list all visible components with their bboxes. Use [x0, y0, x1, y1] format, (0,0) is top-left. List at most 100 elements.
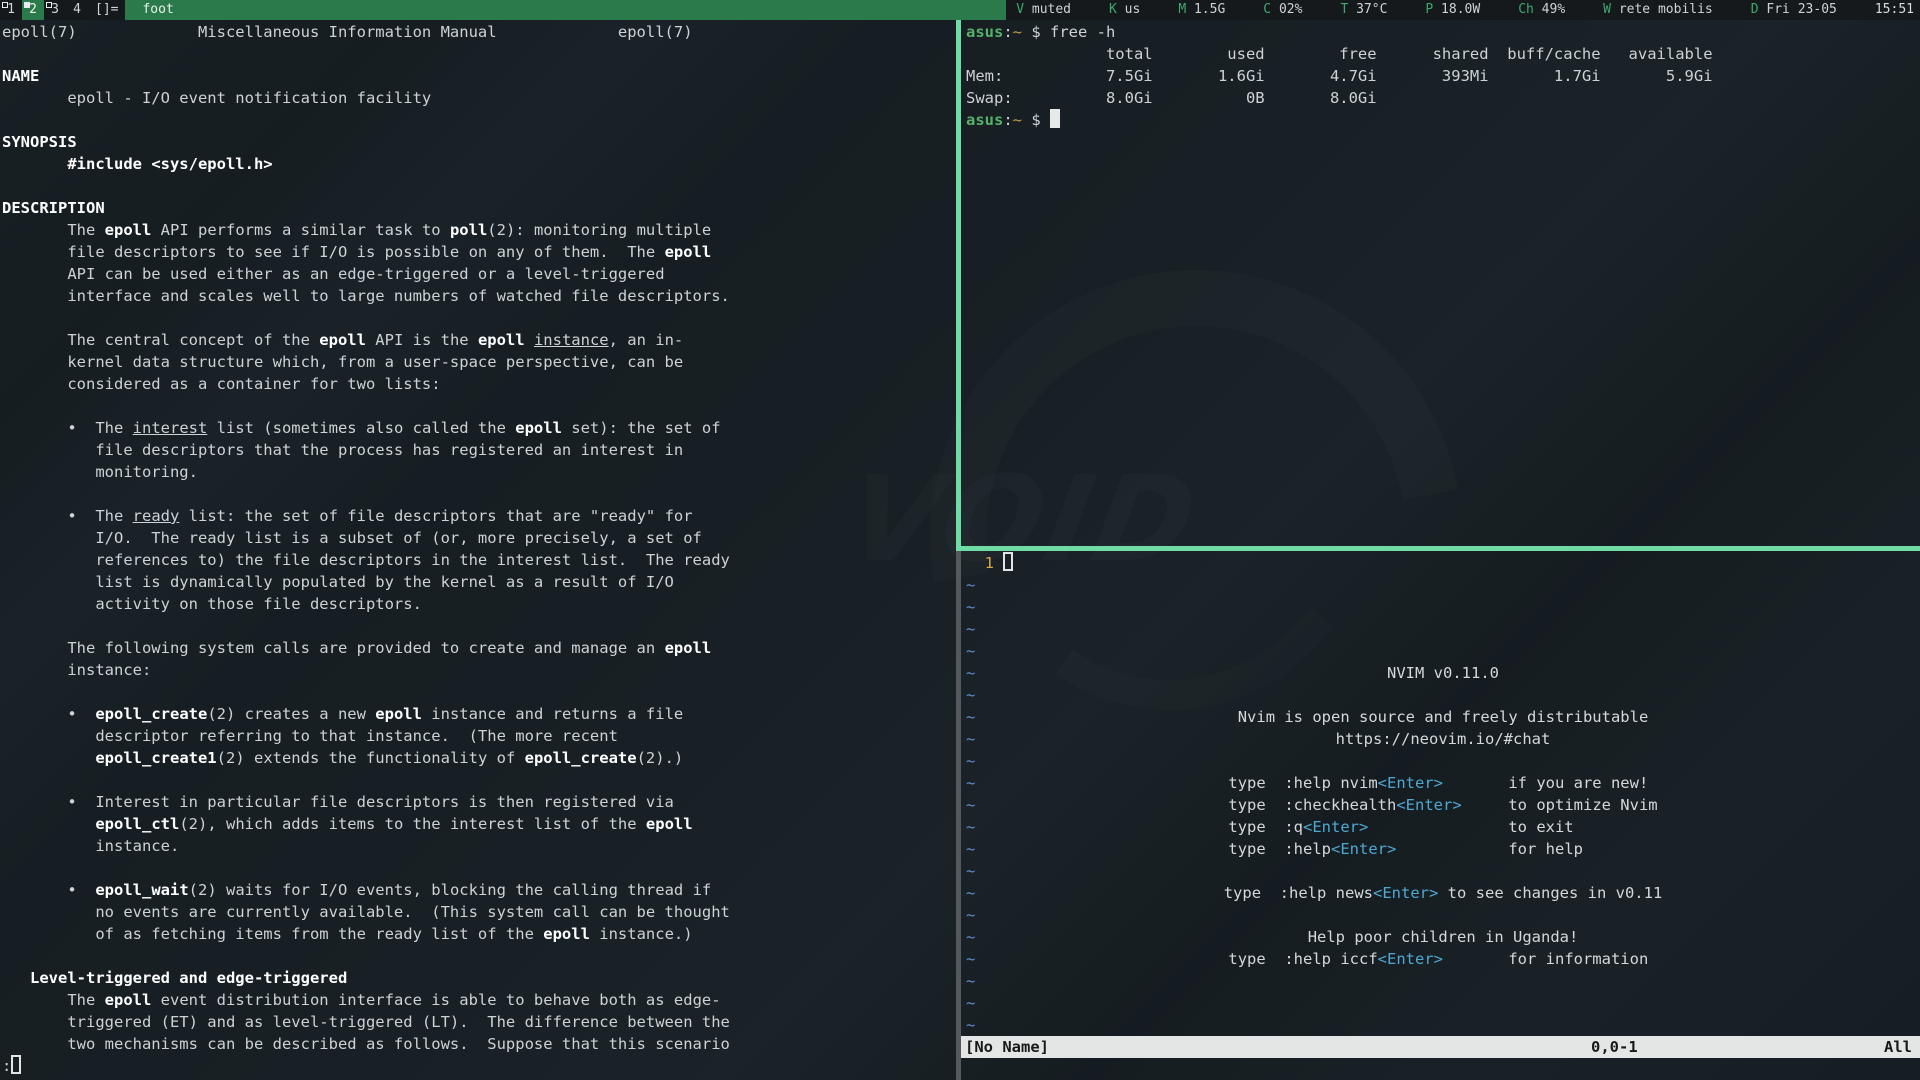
text-segment: descriptor referring to that instance. (…: [2, 727, 618, 745]
text-segment: The central concept of the: [2, 331, 319, 349]
text-segment: NVIM v0.11.0: [1387, 664, 1499, 682]
text-segment: epoll: [375, 705, 422, 723]
man-line: [2, 769, 956, 791]
text-segment: total used free shared buff/cache availa…: [966, 45, 1713, 63]
text-segment: Mem: 7.5Gi 1.6Gi 4.7Gi 393Mi 1.7Gi 5.9Gi: [966, 67, 1713, 85]
text-segment: ready: [133, 507, 180, 525]
man-line: [2, 945, 956, 967]
text-segment: [2, 749, 95, 767]
text-segment: epoll_create: [525, 749, 637, 767]
text-segment: triggered (ET) and as level-triggered (L…: [2, 1013, 730, 1031]
nvim-pane[interactable]: 1 ~~~~~NVIM v0.11.0~~Nvim is open source…: [961, 551, 1920, 1080]
status-value: 18.0W: [1433, 2, 1480, 17]
tilde-marker: ~: [966, 730, 975, 748]
manpage-pane[interactable]: epoll(7) Miscellaneous Information Manua…: [0, 20, 956, 1080]
text-segment: [2, 969, 30, 987]
nvim-row: ~: [966, 970, 1920, 992]
terminal-pane[interactable]: asus:~ $ free -h total used free shared …: [961, 20, 1920, 546]
man-line: • epoll_wait(2) waits for I/O events, bl…: [2, 879, 956, 901]
man-line: [2, 483, 956, 505]
tilde-marker: ~: [966, 928, 975, 946]
man-line: [2, 615, 956, 637]
man-line: The following system calls are provided …: [2, 637, 956, 659]
text-segment: epoll(7) Miscellaneous Information Manua…: [2, 23, 693, 41]
status-area: V mutedK usM 1.5GC 02%T 37°CP 18.0WCh 49…: [1006, 0, 1920, 20]
text-segment: list: the set of file descriptors that a…: [179, 507, 692, 525]
status-segment: D Fri 23-05: [1751, 0, 1837, 20]
nvim-row: ~type :help nvim<Enter> if you are new!: [966, 772, 1920, 794]
text-segment: to exit: [1368, 818, 1657, 836]
tilde-marker: ~: [966, 708, 975, 726]
man-line: activity on those file descriptors.: [2, 593, 956, 615]
man-line: • The interest list (sometimes also call…: [2, 417, 956, 439]
text-segment: epoll: [646, 815, 693, 833]
workspace-button-1[interactable]: 1: [0, 0, 22, 20]
text-segment: poll: [450, 221, 487, 239]
man-line: The epoll event distribution interface i…: [2, 989, 956, 1011]
status-key: K: [1109, 2, 1117, 17]
nvim-row: ~: [966, 684, 1920, 706]
man-line: DESCRIPTION: [2, 197, 956, 219]
text-segment: instance.: [2, 837, 179, 855]
man-line: file descriptors to see if I/O is possib…: [2, 241, 956, 263]
man-line: descriptor referring to that instance. (…: [2, 725, 956, 747]
man-line: NAME: [2, 65, 956, 87]
nvim-row: ~type :help iccf<Enter> for information: [966, 948, 1920, 970]
man-line: SYNOPSIS: [2, 131, 956, 153]
tilde-marker: ~: [966, 840, 975, 858]
text-segment: type :help: [1228, 840, 1331, 858]
status-segment: W rete mobilis: [1603, 0, 1713, 20]
text-segment: I/O. The ready list is a subset of (or, …: [2, 529, 702, 547]
status-value: 02%: [1271, 2, 1302, 17]
man-line: file descriptors that the process has re…: [2, 439, 956, 461]
tilde-marker: ~: [966, 950, 975, 968]
status-segment: Ch 49%: [1518, 0, 1565, 20]
nvim-intro-line: type :q<Enter> to exit: [1228, 816, 1657, 838]
text-segment: asus: [966, 23, 1003, 41]
text-segment: •: [2, 705, 95, 723]
man-line: list is dynamically populated by the ker…: [2, 571, 956, 593]
workspace-button-4[interactable]: 4: [66, 0, 88, 20]
tilde-marker: ~: [966, 752, 975, 770]
text-segment: NAME: [2, 67, 39, 85]
tilde-marker: ~: [966, 994, 975, 1012]
tilde-marker: ~: [966, 906, 975, 924]
nvim-cmdline: [961, 1058, 1920, 1080]
text-segment: epoll: [105, 221, 152, 239]
man-line: no events are currently available. (This…: [2, 901, 956, 923]
tilde-marker: ~: [966, 576, 975, 594]
text-segment: file descriptors that the process has re…: [2, 441, 683, 459]
nvim-row: ~: [966, 618, 1920, 640]
status-key: D: [1751, 2, 1759, 17]
text-segment: <Enter>: [1303, 818, 1368, 836]
nvim-row: ~type :checkhealth<Enter> to optimize Nv…: [966, 794, 1920, 816]
text-segment: interface and scales well to large numbe…: [2, 287, 730, 305]
nvim-intro-line: type :checkhealth<Enter> to optimize Nvi…: [1228, 794, 1657, 816]
text-segment: monitoring.: [2, 463, 198, 481]
workspace-indicator: [46, 2, 52, 8]
man-line: [2, 109, 956, 131]
text-segment: API is the: [366, 331, 478, 349]
text-segment: :: [1003, 111, 1012, 129]
text-segment: set): the set of: [562, 419, 721, 437]
text-segment: •: [2, 881, 95, 899]
nvim-intro-line: NVIM v0.11.0: [1387, 662, 1499, 684]
workspace-indicator: [24, 2, 30, 8]
tilde-marker: ~: [966, 686, 975, 704]
man-line: epoll - I/O event notification facility: [2, 87, 956, 109]
text-segment: (2) waits for I/O events, blocking the c…: [189, 881, 712, 899]
text-segment: $: [1022, 111, 1050, 129]
tilde-marker: ~: [966, 774, 975, 792]
layout-symbol[interactable]: []=: [88, 0, 125, 20]
text-segment: Help poor children in Uganda!: [1308, 928, 1579, 946]
tilde-marker: ~: [966, 642, 975, 660]
workspace-button-3[interactable]: 3: [44, 0, 66, 20]
text-segment: • The: [2, 507, 133, 525]
man-line: • Interest in particular file descriptor…: [2, 791, 956, 813]
text-segment: type :help nvim: [1228, 774, 1377, 792]
workspace-button-2[interactable]: 2: [22, 0, 44, 20]
text-segment: (2): monitoring multiple: [487, 221, 711, 239]
nvim-intro-line: type :help news<Enter> to see changes in…: [1224, 882, 1663, 904]
tilde-marker: ~: [966, 620, 975, 638]
text-segment: to optimize Nvim: [1462, 796, 1658, 814]
